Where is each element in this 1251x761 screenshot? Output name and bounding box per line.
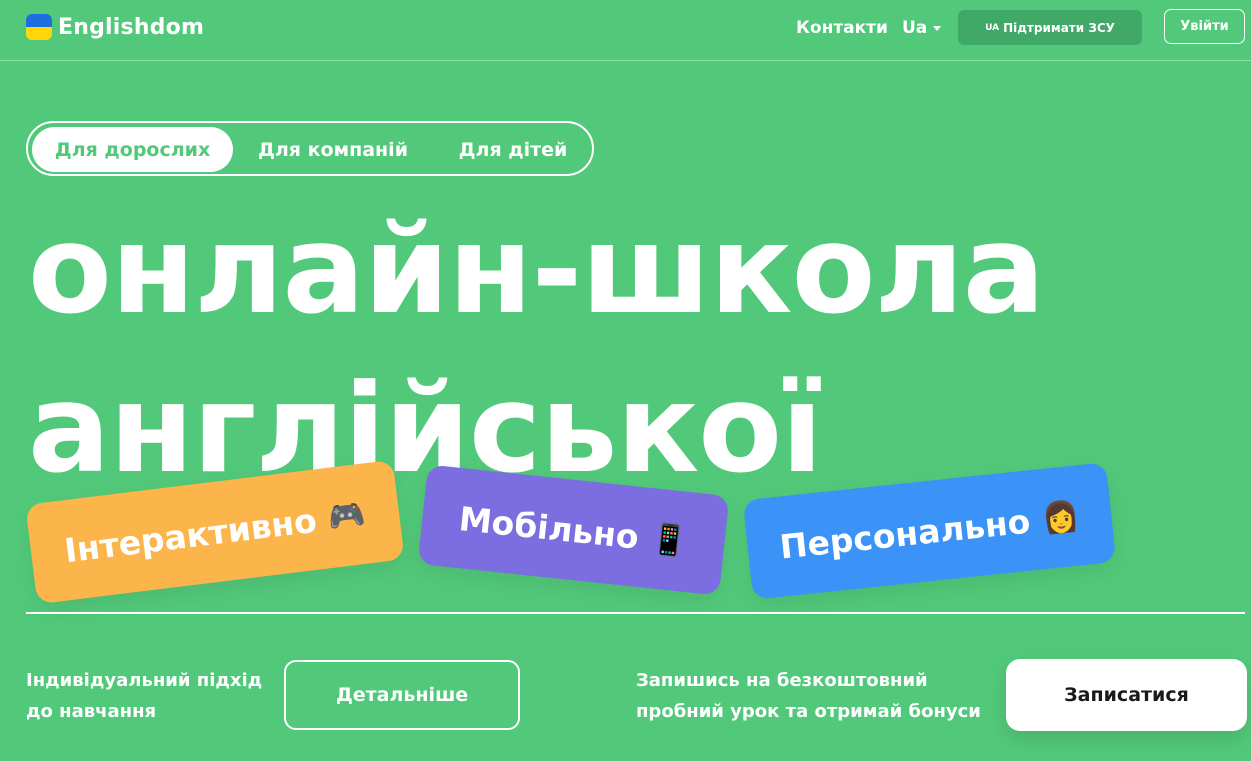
hero-title-line-2: англійської <box>28 368 822 488</box>
feature-label: Мобільно <box>457 498 641 557</box>
signup-button[interactable]: Записатися <box>1006 659 1247 731</box>
tab-kids[interactable]: Для дітей <box>448 127 578 172</box>
language-label: Ua <box>902 18 928 38</box>
contacts-link[interactable]: Контакти <box>796 18 888 38</box>
details-button[interactable]: Детальніше <box>284 660 520 730</box>
audience-tabs: Для дорослих Для компаній Для дітей <box>26 121 594 176</box>
individual-approach-text: Індивідуальний підхід до навчання <box>26 670 263 722</box>
tab-companies[interactable]: Для компаній <box>246 127 420 172</box>
login-button[interactable]: Увійти <box>1164 9 1245 44</box>
gamepad-icon: 🎮 <box>326 496 368 536</box>
tab-adults[interactable]: Для дорослих <box>32 127 233 172</box>
logo[interactable]: Englishdom <box>26 14 204 40</box>
chevron-down-icon <box>933 25 942 31</box>
logo-text: Englishdom <box>58 14 205 40</box>
person-icon: 👩 <box>1040 497 1081 537</box>
support-label: Підтримати ЗСУ <box>1003 20 1115 35</box>
ukraine-flag-icon <box>26 14 52 40</box>
feature-label: Інтерактивно <box>62 500 319 570</box>
free-lesson-text: Запишись на безкоштовний пробний урок та… <box>636 670 981 722</box>
support-zsu-button[interactable]: UA Підтримати ЗСУ <box>958 10 1142 45</box>
divider <box>26 612 1245 614</box>
feature-label: Персонально <box>777 501 1033 567</box>
phone-icon: 📱 <box>648 520 690 560</box>
language-selector[interactable]: Ua <box>902 18 942 38</box>
hero-title-line-1: онлайн-школа <box>28 199 1045 341</box>
header: Englishdom Контакти Ua UA Підтримати ЗСУ… <box>0 0 1251 61</box>
ua-badge: UA <box>985 22 1000 33</box>
